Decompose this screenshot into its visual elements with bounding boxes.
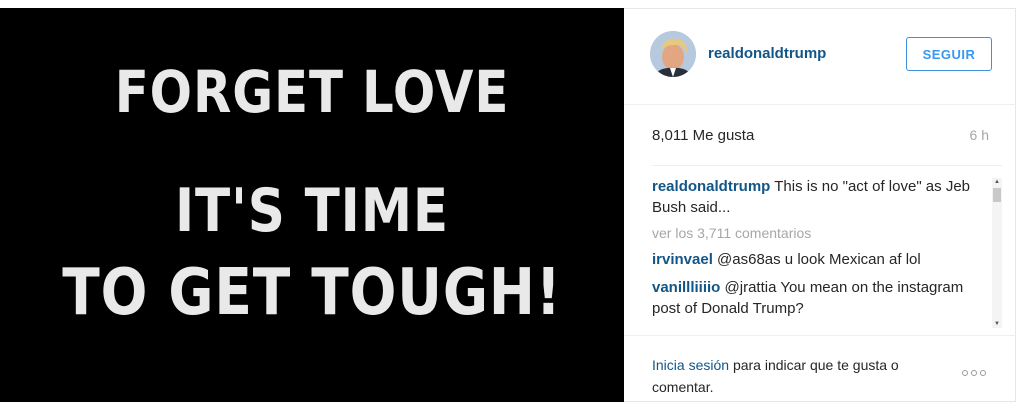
login-link[interactable]: Inicia sesión [652, 357, 729, 373]
dot-icon [980, 370, 986, 376]
scrollbar-thumb[interactable] [993, 188, 1001, 202]
comment-username[interactable]: irvinvael [652, 251, 713, 268]
dot-icon [971, 370, 977, 376]
comment-item: irvinvael @as68as u look Mexican af lol [652, 249, 992, 270]
image-text-line-3: TO GET TOUGH! [62, 256, 562, 330]
comments-scrollbar[interactable]: ▲ ▼ [992, 178, 1002, 328]
comment-item: vanillliiiio @jrattia You mean on the in… [652, 277, 992, 319]
post-footer: Inicia sesión para indicar que te gusta … [624, 335, 1016, 403]
likes-count[interactable]: 8,011 Me gusta [652, 127, 754, 144]
login-prompt: Inicia sesión para indicar que te gusta … [652, 354, 942, 398]
comment-text: @as68as u look Mexican af lol [717, 251, 921, 268]
dot-icon [962, 370, 968, 376]
image-text-line-1: FORGET LOVE [114, 58, 510, 126]
post-image[interactable]: FORGET LOVE IT'S TIME TO GET TOUGH! [0, 8, 624, 402]
comments-list: realdonaldtrump This is no "act of love"… [652, 176, 992, 326]
caption: realdonaldtrump This is no "act of love"… [652, 176, 992, 218]
post-time[interactable]: 6 h [970, 127, 989, 143]
scroll-down-arrow-icon[interactable]: ▼ [992, 320, 1002, 328]
header-username[interactable]: realdonaldtrump [708, 45, 826, 62]
comment-username[interactable]: vanillliiiio [652, 279, 720, 296]
view-all-comments-link[interactable]: ver los 3,711 comentarios [652, 225, 992, 241]
comments-section: realdonaldtrump This is no "act of love"… [652, 165, 1002, 331]
scroll-up-arrow-icon[interactable]: ▲ [992, 178, 1002, 186]
post-header: realdonaldtrump SEGUIR [624, 9, 1016, 105]
image-text-line-2: IT'S TIME [174, 176, 450, 246]
avatar-photo-icon [650, 31, 696, 77]
post-sidebar: realdonaldtrump SEGUIR 8,011 Me gusta 6 … [624, 8, 1016, 402]
caption-username[interactable]: realdonaldtrump [652, 178, 770, 195]
follow-button[interactable]: SEGUIR [906, 37, 992, 71]
avatar[interactable] [650, 31, 696, 77]
more-options-icon[interactable] [962, 370, 986, 376]
